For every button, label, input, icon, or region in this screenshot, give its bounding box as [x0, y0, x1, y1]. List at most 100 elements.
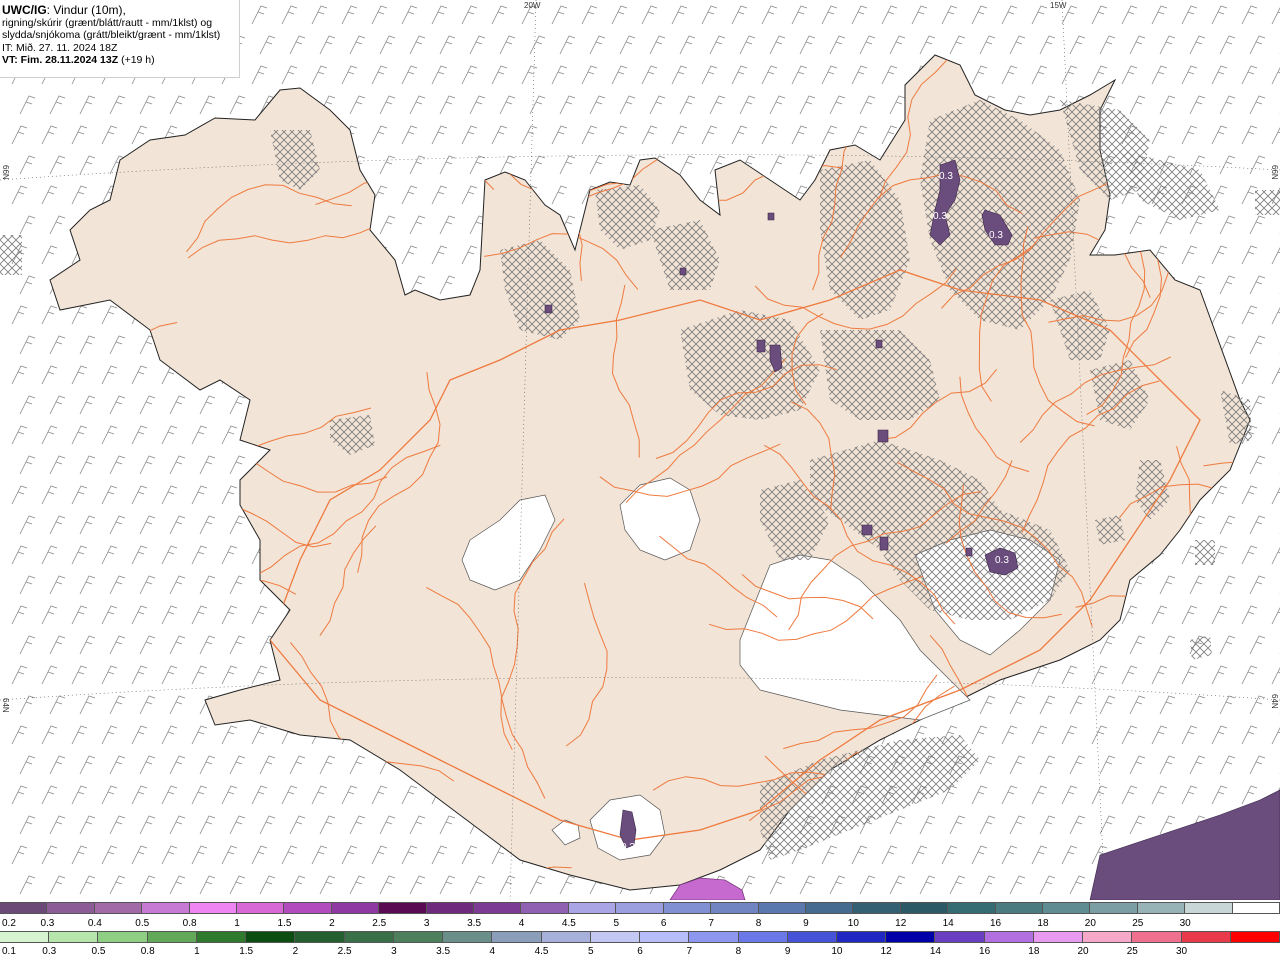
wind-barb	[191, 605, 208, 625]
wind-barb	[41, 665, 58, 685]
wind-barb	[49, 95, 66, 115]
wind-barb	[109, 335, 126, 355]
road-segment	[1163, 528, 1250, 599]
rain-color-scale	[0, 931, 1280, 943]
rain-description: rigning/skúrir (grænt/blátt/rautt - mm/1…	[2, 16, 213, 29]
legend-swatch	[787, 932, 837, 942]
legend-label: 4	[518, 918, 525, 929]
wind-barb	[1189, 215, 1206, 235]
wind-barb	[199, 575, 216, 595]
wind-barb	[1009, 875, 1026, 895]
wind-barb	[41, 185, 58, 205]
legend-label: 1	[234, 918, 240, 929]
wind-barb	[139, 875, 156, 895]
wind-barb	[169, 515, 186, 535]
wind-barb	[379, 875, 396, 895]
wind-barb	[859, 95, 876, 115]
wind-barb	[11, 725, 28, 745]
wind-barb	[701, 125, 718, 145]
wind-barb	[101, 665, 118, 685]
wind-barb	[971, 785, 988, 805]
wind-barb	[229, 455, 246, 475]
wind-barb	[911, 845, 928, 865]
wind-barb	[311, 5, 328, 25]
legend-swatch	[948, 903, 996, 913]
wind-barb	[19, 155, 36, 175]
contour-label: 0.3	[939, 171, 953, 182]
lat-label-66n-left: 66N	[1, 165, 10, 180]
wind-barb	[109, 875, 126, 895]
wind-barb	[611, 65, 628, 85]
wind-barb	[79, 95, 96, 115]
wind-barb	[109, 755, 126, 775]
wind-barb	[1241, 665, 1258, 685]
legend-label: 20	[1077, 946, 1089, 957]
wind-barb	[1069, 35, 1086, 55]
wind-barb	[799, 875, 816, 895]
wind-barb	[161, 725, 178, 745]
wind-barb	[71, 185, 88, 205]
wind-barb	[1241, 185, 1258, 205]
legend-swatch	[344, 932, 394, 942]
wind-barb	[401, 185, 418, 205]
wind-barb	[1061, 845, 1078, 865]
wind-barb	[199, 875, 216, 895]
wind-barb	[311, 65, 328, 85]
wind-barb	[221, 665, 238, 685]
wind-barb	[349, 815, 366, 835]
wind-barb	[791, 65, 808, 85]
legend-label: 0.5	[135, 918, 150, 929]
wind-barb	[919, 35, 936, 55]
wind-barb	[1189, 95, 1206, 115]
wind-barb	[1249, 95, 1266, 115]
legend-label: 2.5	[372, 918, 387, 929]
wind-barb	[1211, 725, 1228, 745]
wind-barb	[499, 155, 516, 175]
wind-barb	[1031, 725, 1048, 745]
wind-barb	[19, 575, 36, 595]
wind-barb	[161, 425, 178, 445]
wind-barb	[1181, 725, 1198, 745]
wind-barb	[199, 455, 216, 475]
wind-barb	[1009, 815, 1026, 835]
wind-barb	[559, 875, 576, 895]
legend-label: 4.5	[534, 946, 549, 957]
wind-barb	[851, 845, 868, 865]
wind-barb	[1159, 755, 1176, 775]
wind-barb	[311, 785, 328, 805]
wind-barb	[1211, 5, 1228, 25]
wind-barb	[1091, 665, 1108, 685]
wind-barb	[199, 755, 216, 775]
wind-barb	[469, 35, 486, 55]
legend-label: 2	[329, 918, 335, 929]
wind-barb	[1241, 365, 1258, 385]
wind-barb	[101, 485, 118, 505]
wind-barb	[169, 875, 186, 895]
legend-swatch	[805, 903, 854, 913]
wind-barb	[101, 545, 118, 565]
wind-barb	[371, 65, 388, 85]
wind-barb	[41, 125, 58, 145]
wind-barb	[139, 455, 156, 475]
wind-barb	[79, 155, 96, 175]
wind-barb	[641, 5, 658, 25]
wind-barb	[1091, 5, 1108, 25]
wind-barb	[1219, 275, 1236, 295]
wind-barb	[799, 155, 816, 175]
wind-barb	[109, 95, 126, 115]
wind-barb	[619, 155, 636, 175]
wind-barb	[169, 395, 186, 415]
wind-barb	[49, 215, 66, 235]
wind-barb	[499, 95, 516, 115]
legend-swatch	[237, 903, 285, 913]
wind-barb	[349, 875, 366, 895]
wind-barb	[1211, 125, 1228, 145]
wind-barb	[229, 395, 246, 415]
legend-swatch	[935, 932, 985, 942]
wind-barb	[131, 125, 148, 145]
wind-barb	[881, 65, 898, 85]
legend-swatch	[189, 903, 238, 913]
legend-label: 7	[708, 918, 714, 929]
wind-barb	[1159, 35, 1176, 55]
wind-barb	[461, 185, 478, 205]
